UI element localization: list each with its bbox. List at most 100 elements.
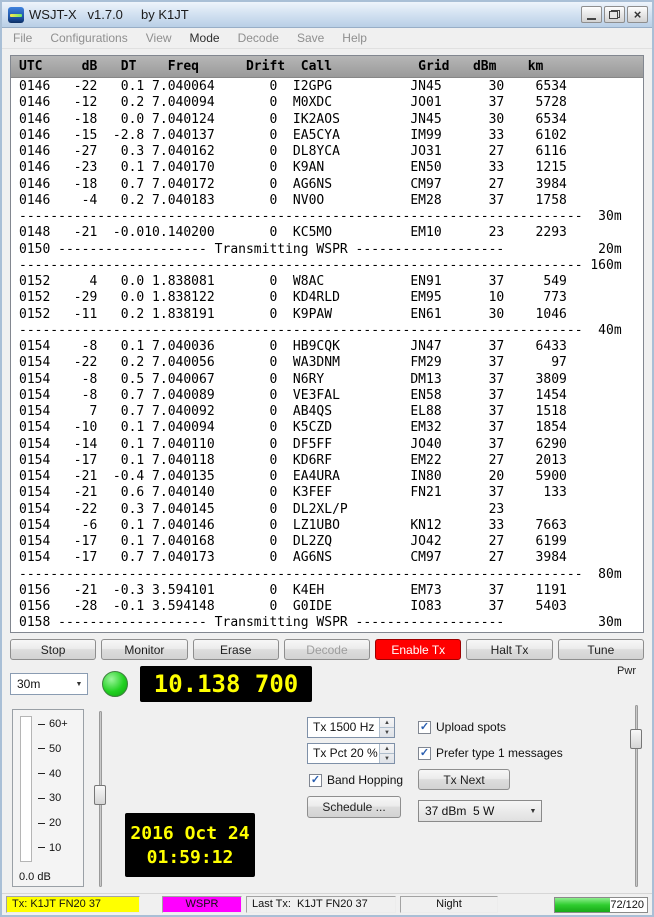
band-separator[interactable]: ----------------------------------------… [19,258,643,274]
band-separator[interactable]: ----------------------------------------… [19,567,643,583]
decode-row[interactable]: 0146 -22 0.1 7.040064 0 I2GPG JN45 30 65… [19,79,643,95]
window-title: WSJT-X v1.7.0 by K1JT [29,7,581,22]
pwr-slider[interactable] [630,705,642,887]
decode-row[interactable]: 0146 -27 0.3 7.040162 0 DL8YCA JO31 27 6… [19,144,643,160]
decode-row[interactable]: 0152 -11 0.2 1.838191 0 K9PAW EN61 30 10… [19,307,643,323]
slider-thumb[interactable] [630,729,642,749]
scale-tick: 20 [38,817,68,829]
erase-button[interactable]: Erase [193,639,279,660]
decode-row[interactable]: 0152 4 0.0 1.838081 0 W8AC EN91 37 549 [19,274,643,290]
decode-row[interactable]: 0154 -8 0.7 7.040089 0 VE3FAL EN58 37 14… [19,388,643,404]
tx-row[interactable]: 0150 ------------------- Transmitting WS… [19,242,643,258]
band-row: 30m ▼ 10.138 700 Pwr [10,665,644,703]
scale-tick: 40 [38,768,68,780]
tx-pct-spinner[interactable]: Tx Pct 20 % ▲ ▼ [307,743,395,764]
scale-tick: 10 [38,842,68,854]
spin-down-icon[interactable]: ▼ [380,727,394,737]
decode-row[interactable]: 0154 -17 0.1 7.040118 0 KD6RF EM22 27 20… [19,453,643,469]
prefer-type1-checkbox[interactable]: ✓ Prefer type 1 messages [418,746,563,760]
menu-view[interactable]: View [137,28,181,49]
tune-button[interactable]: Tune [558,639,644,660]
enable-tx-button[interactable]: Enable Tx [375,639,461,660]
clock-date: 2016 Oct 24 [130,823,249,844]
daynight-status: Night [400,896,498,913]
restore-icon [609,10,620,19]
menu-help[interactable]: Help [333,28,376,49]
tx-freq-spinner[interactable]: Tx 1500 Hz ▲ ▼ [307,717,395,738]
progress-fill [555,898,610,912]
menu-mode[interactable]: Mode [181,28,229,49]
band-separator[interactable]: ----------------------------------------… [19,209,643,225]
menu-configurations[interactable]: Configurations [41,28,136,49]
decode-row[interactable]: 0154 -8 0.1 7.040036 0 HB9CQK JN47 37 64… [19,339,643,355]
meter-level-label: 0.0 dB [19,871,51,883]
schedule-button[interactable]: Schedule ... [307,796,401,818]
decode-row[interactable]: 0156 -28 -0.1 3.594148 0 G0IDE IO83 37 5… [19,599,643,615]
meter-scale: 60+ 50 40 30 20 10 [38,718,68,854]
log-body[interactable]: 0146 -22 0.1 7.040064 0 I2GPG JN45 30 65… [11,78,643,632]
signal-meter: 60+ 50 40 30 20 10 0.0 dB [12,709,84,887]
band-separator[interactable]: ----------------------------------------… [19,323,643,339]
decode-row[interactable]: 0154 -17 0.7 7.040173 0 AG6NS CM97 27 39… [19,550,643,566]
spin-down-icon[interactable]: ▼ [380,753,394,763]
stop-button[interactable]: Stop [10,639,96,660]
decode-row[interactable]: 0154 -8 0.5 7.040067 0 N6RY DM13 37 3809 [19,372,643,388]
slider-thumb[interactable] [94,785,106,805]
chevron-down-icon: ▼ [71,681,87,688]
checkmark-icon: ✓ [309,774,322,787]
close-button[interactable]: × [627,6,648,23]
title-bar[interactable]: WSJT-X v1.7.0 by K1JT × [2,2,652,28]
spin-up-icon[interactable]: ▲ [380,744,394,753]
tx-next-button[interactable]: Tx Next [418,769,510,790]
decode-row[interactable]: 0154 -17 0.1 7.040168 0 DL2ZQ JO42 27 61… [19,534,643,550]
decode-row[interactable]: 0154 -10 0.1 7.040094 0 K5CZD EM32 37 18… [19,420,643,436]
halt-tx-button[interactable]: Halt Tx [466,639,552,660]
decode-row[interactable]: 0146 -18 0.0 7.040124 0 IK2AOS JN45 30 6… [19,112,643,128]
scale-tick: 30 [38,792,68,804]
menu-file[interactable]: File [4,28,41,49]
decode-log: UTC dB DT Freq Drift Call Grid dBm km 01… [10,55,644,633]
band-hopping-checkbox[interactable]: ✓ Band Hopping [309,773,403,787]
decode-row[interactable]: 0148 -21 -0.010.140200 0 KC5MO EM10 23 2… [19,225,643,241]
prefer-type1-label: Prefer type 1 messages [436,746,563,760]
clock-time: 01:59:12 [147,847,234,868]
tx-status-badge: Tx: K1JT FN20 37 [6,896,140,913]
checkmark-icon: ✓ [418,721,431,734]
power-select[interactable]: 37 dBm 5 W ▼ [418,800,542,822]
decode-row[interactable]: 0154 -22 0.3 7.040145 0 DL2XL/P 23 [19,502,643,518]
utc-clock: 2016 Oct 24 01:59:12 [125,813,255,877]
decode-row[interactable]: 0146 -18 0.7 7.040172 0 AG6NS CM97 27 39… [19,177,643,193]
decode-row[interactable]: 0154 -21 0.6 7.040140 0 K3FEF FN21 37 13… [19,485,643,501]
decode-row[interactable]: 0156 -21 -0.3 3.594101 0 K4EH EM73 37 11… [19,583,643,599]
scale-tick: 60+ [38,718,68,730]
checkmark-icon: ✓ [418,747,431,760]
spinner-arrows: ▲ ▼ [379,718,394,737]
menu-save[interactable]: Save [288,28,333,49]
decode-row[interactable]: 0152 -29 0.0 1.838122 0 KD4RLD EM95 10 7… [19,290,643,306]
decode-row[interactable]: 0154 -14 0.1 7.040110 0 DF5FF JO40 37 62… [19,437,643,453]
decode-row[interactable]: 0146 -12 0.2 7.040094 0 M0XDC JO01 37 57… [19,95,643,111]
close-icon: × [634,8,642,21]
decode-button[interactable]: Decode [284,639,370,660]
decode-row[interactable]: 0154 -6 0.1 7.040146 0 LZ1UBO KN12 33 76… [19,518,643,534]
menu-decode[interactable]: Decode [229,28,288,49]
decode-row[interactable]: 0146 -15 -2.8 7.040137 0 EA5CYA IM99 33 … [19,128,643,144]
app-icon [8,7,24,23]
band-select[interactable]: 30m ▼ [10,673,88,695]
monitor-button[interactable]: Monitor [101,639,187,660]
decode-row[interactable]: 0154 -21 -0.4 7.040135 0 EA4URA IN80 20 … [19,469,643,485]
status-lamp [102,671,128,697]
decode-row[interactable]: 0154 -22 0.2 7.040056 0 WA3DNM FM29 37 9… [19,355,643,371]
tx-row[interactable]: 0158 ------------------- Transmitting WS… [19,615,643,631]
restore-button[interactable] [604,6,625,23]
decode-row[interactable]: 0146 -23 0.1 7.040170 0 K9AN EN50 33 121… [19,160,643,176]
gain-slider[interactable] [94,711,106,887]
decode-row[interactable]: 0154 7 0.7 7.040092 0 AB4QS EL88 37 1518 [19,404,643,420]
upload-spots-checkbox[interactable]: ✓ Upload spots [418,720,506,734]
band-hopping-label: Band Hopping [327,773,403,787]
decode-row[interactable]: 0146 -4 0.2 7.040183 0 NV0O EM28 37 1758 [19,193,643,209]
minimize-button[interactable] [581,6,602,23]
control-area: 60+ 50 40 30 20 10 0.0 dB Tx 1500 Hz ▲ ▼… [10,705,644,893]
spin-up-icon[interactable]: ▲ [380,718,394,727]
tx-freq-value: Tx 1500 Hz [308,718,379,737]
